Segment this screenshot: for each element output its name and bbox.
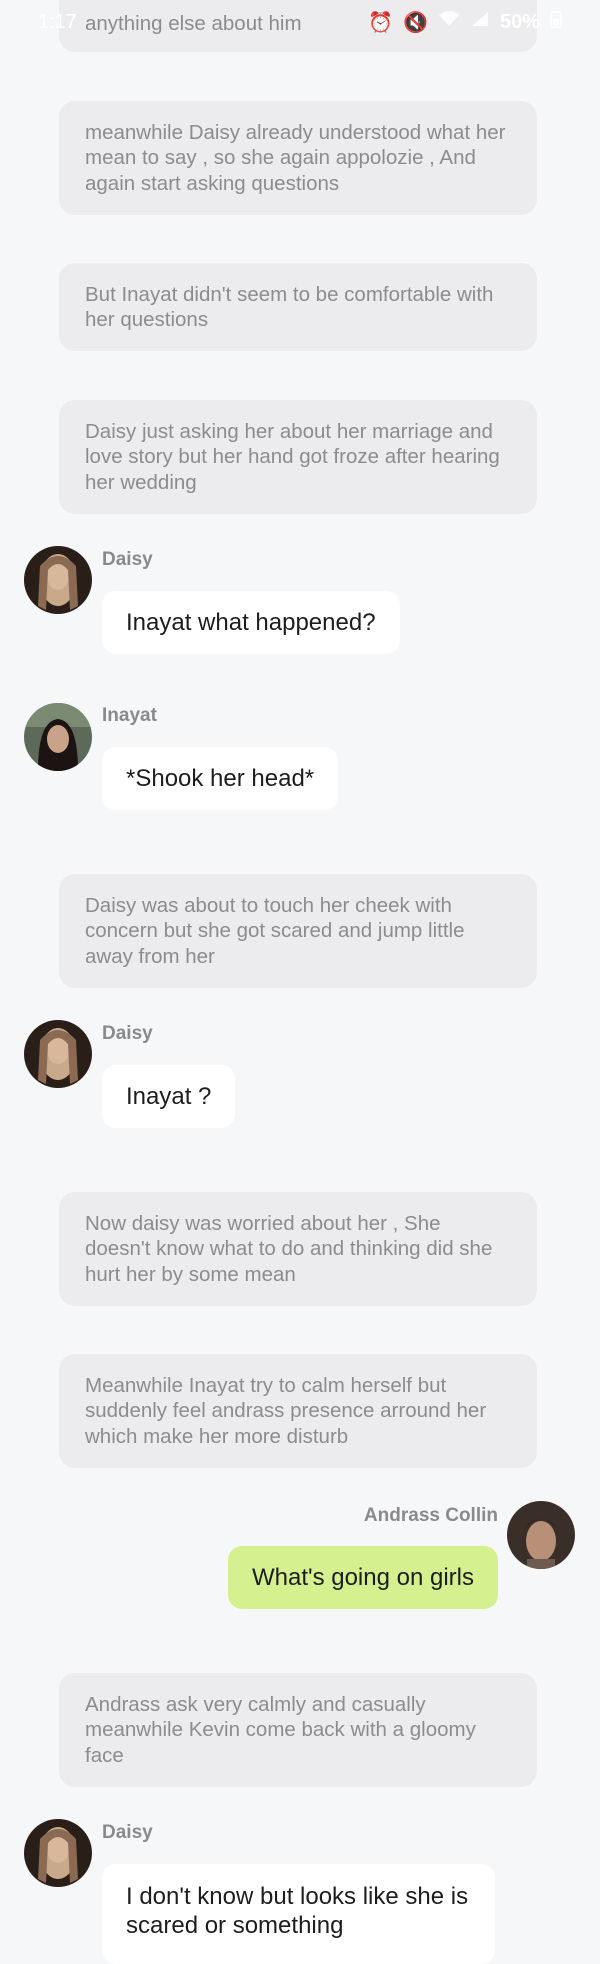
message-text: What's going on girls (251, 1564, 474, 1591)
narration-card: meanwhile Daisy already understood what … (59, 101, 537, 215)
message-text: Inayat what happened? (126, 609, 376, 636)
narration-text: Meanwhile Inayat try to calm herself but… (85, 1373, 487, 1448)
narration-text: anything else about him (85, 11, 302, 35)
avatar-inayat[interactable] (24, 703, 92, 771)
sender-name: Andrass Collin (363, 1505, 498, 1526)
message-bubble[interactable]: Inayat ? (102, 1065, 236, 1128)
narration-card: Andrass ask very calmly and casually mea… (59, 1673, 537, 1787)
narration-card: Meanwhile Inayat try to calm herself but… (59, 1354, 537, 1468)
daisy-avatar-image (24, 1020, 92, 1088)
avatar-daisy[interactable] (24, 1020, 92, 1088)
sender-name: Daisy (102, 1023, 153, 1044)
avatar-daisy[interactable] (24, 1819, 92, 1887)
message-text: I don't know but looks like she is scare… (126, 1883, 469, 1939)
message-text: *Shook her head* (126, 765, 315, 792)
message-bubble[interactable]: I don't know but looks like she is scare… (102, 1864, 495, 1964)
narration-text: Now daisy was worried about her , She do… (85, 1211, 493, 1286)
narration-text: Daisy just asking her about her marriage… (85, 419, 500, 494)
sender-name: Inayat (102, 705, 157, 726)
message-bubble[interactable]: What's going on girls (227, 1546, 498, 1609)
battery-icon (550, 10, 562, 34)
narration-card: anything else about him (59, 0, 537, 52)
message-bubble[interactable]: Inayat what happened? (102, 591, 400, 654)
narration-card: But Inayat didn't seem to be comfortable… (59, 263, 537, 351)
message-bubble[interactable]: *Shook her head* (102, 747, 339, 810)
avatar-andrass-collin[interactable] (507, 1501, 575, 1569)
sender-name: Daisy (102, 549, 153, 570)
inayat-avatar-image (24, 703, 92, 771)
sender-name: Daisy (102, 1822, 153, 1843)
narration-card: Daisy just asking her about her marriage… (59, 400, 537, 514)
daisy-avatar-image (24, 1819, 92, 1887)
narration-card: Now daisy was worried about her , She do… (59, 1192, 537, 1306)
avatar-daisy[interactable] (24, 546, 92, 614)
narration-text: meanwhile Daisy already understood what … (85, 120, 506, 195)
narration-card: Daisy was about to touch her cheek with … (59, 874, 537, 988)
daisy-avatar-image (24, 546, 92, 614)
message-text: Inayat ? (126, 1083, 212, 1110)
narration-text: Andrass ask very calmly and casually mea… (85, 1692, 476, 1767)
narration-text: Daisy was about to touch her cheek with … (85, 893, 465, 968)
andrass-avatar-image (507, 1501, 575, 1569)
narration-text: But Inayat didn't seem to be comfortable… (85, 282, 494, 332)
